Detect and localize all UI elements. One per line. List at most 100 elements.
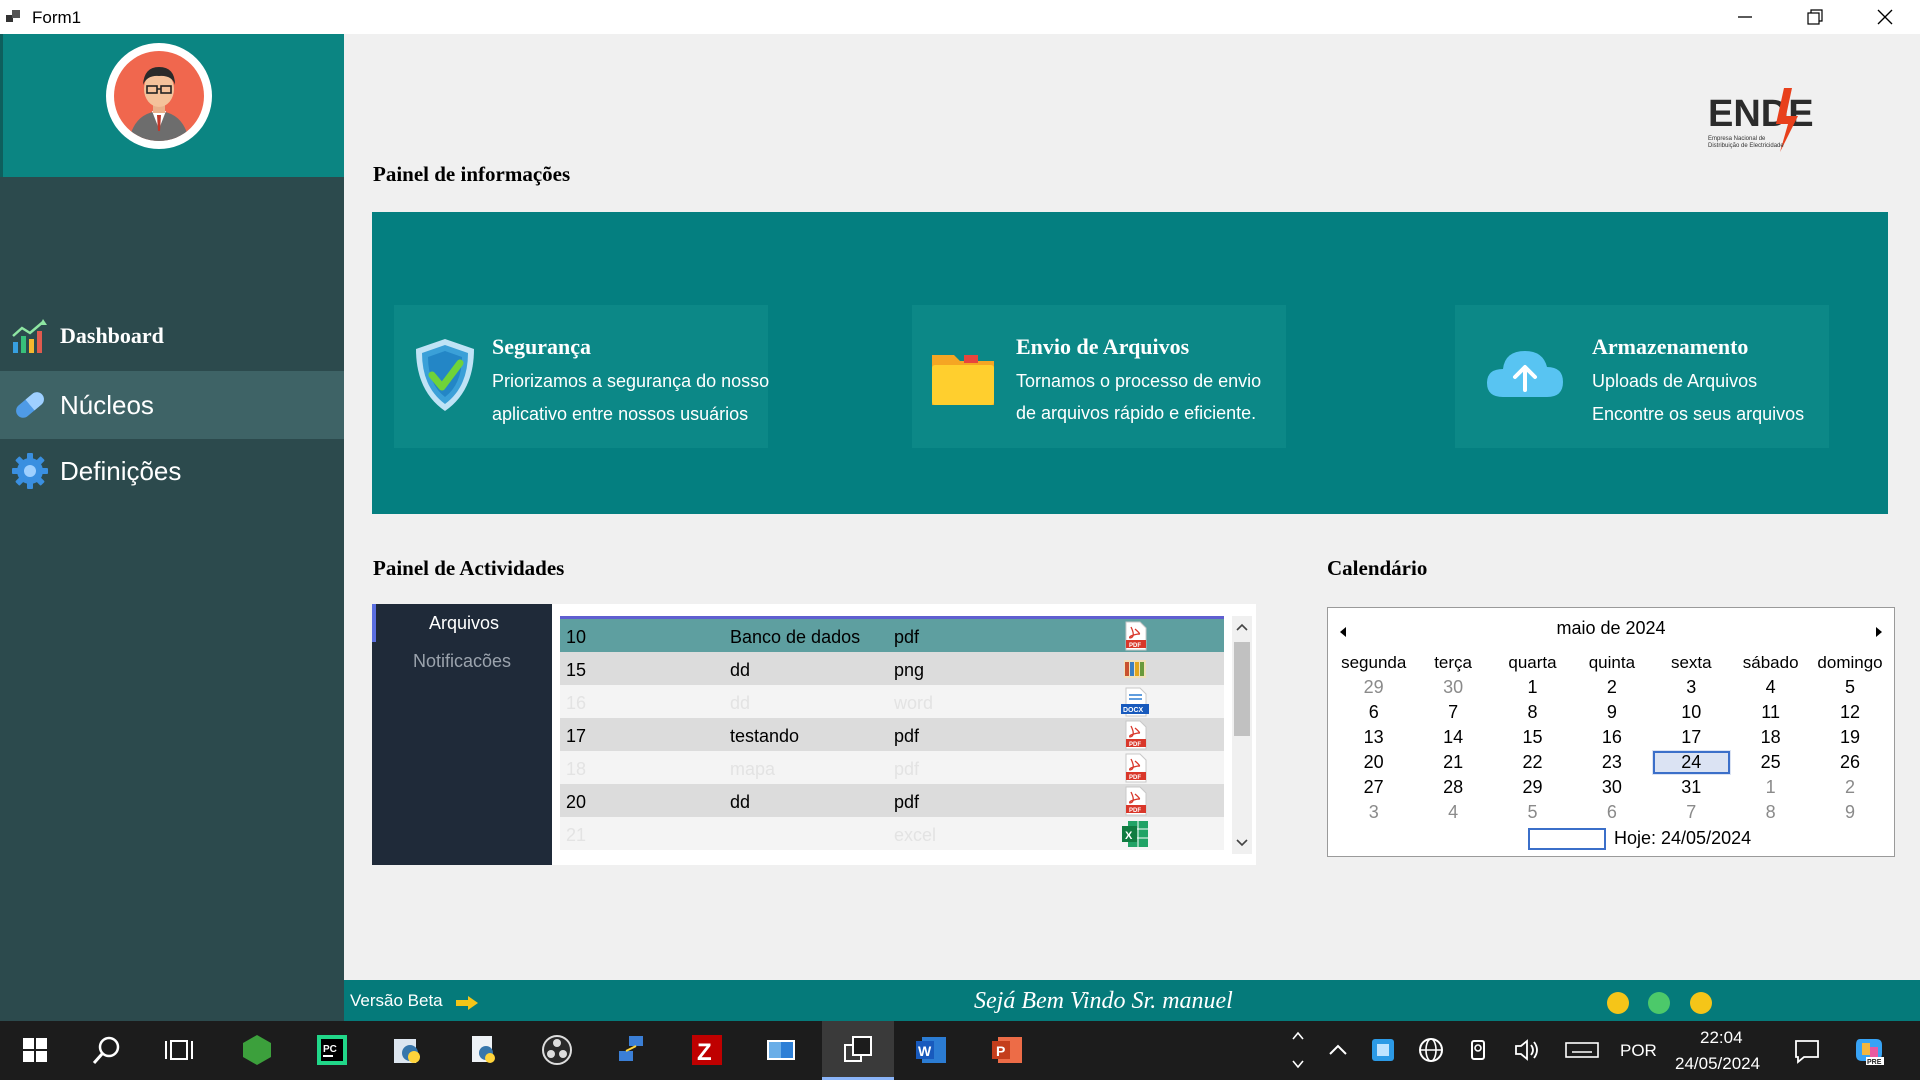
camera-icon[interactable] — [1462, 1033, 1496, 1067]
calendar-day[interactable]: 11 — [1731, 700, 1810, 725]
calendar-day[interactable]: 27 — [1334, 775, 1413, 800]
calendar-day[interactable]: 23 — [1572, 750, 1651, 775]
calendar-day[interactable]: 1 — [1731, 775, 1810, 800]
table-row[interactable]: 16 dd word DOCX — [560, 685, 1224, 718]
clock-date[interactable]: 24/05/2024 — [1675, 1054, 1760, 1074]
calendar-day[interactable]: 30 — [1413, 675, 1492, 700]
grid-scrollbar[interactable] — [1232, 616, 1252, 854]
calendar-day[interactable]: 4 — [1731, 675, 1810, 700]
volume-icon[interactable] — [1510, 1033, 1544, 1067]
calendar-day[interactable]: 24 — [1651, 750, 1731, 775]
close-button[interactable] — [1850, 0, 1920, 34]
row-type-cell: pdf — [894, 627, 920, 647]
tab-arquivos[interactable]: Arquivos — [372, 604, 552, 642]
calendar-day[interactable]: 6 — [1572, 800, 1651, 825]
clock-time[interactable]: 22:04 — [1700, 1028, 1743, 1048]
calendar-day[interactable]: 10 — [1652, 700, 1731, 725]
calendar-day[interactable]: 29 — [1493, 775, 1572, 800]
table-row[interactable]: 15 dd png — [560, 652, 1224, 685]
copilot-icon[interactable]: PRE — [1852, 1033, 1886, 1067]
calendar-day[interactable]: 5 — [1493, 800, 1572, 825]
calendar-day[interactable]: 20 — [1334, 750, 1413, 775]
network-app-icon[interactable] — [615, 1033, 649, 1067]
calendar-day[interactable]: 29 — [1334, 675, 1413, 700]
month-calendar[interactable]: maio de 2024 segunda terça quarta quinta sex… — [1327, 607, 1895, 857]
calendar-day[interactable]: 18 — [1731, 725, 1810, 750]
python-idle-icon[interactable] — [390, 1033, 424, 1067]
calendar-day[interactable]: 28 — [1413, 775, 1492, 800]
scroll-down-button[interactable] — [1232, 832, 1252, 854]
calendar-day[interactable]: 7 — [1413, 700, 1492, 725]
calendar-day[interactable]: 12 — [1810, 700, 1889, 725]
svg-text:ENDE: ENDE — [1708, 93, 1814, 135]
language-indicator[interactable]: POR — [1620, 1041, 1657, 1061]
calendar-next-button[interactable] — [1868, 622, 1888, 642]
powerpoint-icon[interactable]: P — [990, 1033, 1024, 1067]
task-view-icon[interactable] — [162, 1033, 196, 1067]
scroll-up-button[interactable] — [1232, 616, 1252, 638]
table-row[interactable]: 21 excel X — [560, 817, 1224, 850]
calendar-day[interactable]: 4 — [1413, 800, 1492, 825]
svg-text:Z: Z — [697, 1039, 712, 1066]
calendar-day[interactable]: 2 — [1572, 675, 1651, 700]
calendar-day[interactable]: 22 — [1493, 750, 1572, 775]
calendar-day[interactable]: 30 — [1572, 775, 1651, 800]
table-row[interactable]: 17 testando pdf PDF — [560, 718, 1224, 751]
row-type-cell: pdf — [894, 792, 920, 812]
table-row[interactable]: 20 dd pdf PDF — [560, 784, 1224, 817]
windows-start-icon[interactable] — [18, 1033, 52, 1067]
avatar[interactable] — [106, 43, 212, 149]
sidebar-item-dashboard[interactable]: Dashboard — [0, 302, 344, 370]
calendar-day[interactable]: 7 — [1652, 800, 1731, 825]
calendar-day[interactable]: 13 — [1334, 725, 1413, 750]
table-row[interactable]: 18 mapa pdf PDF — [560, 751, 1224, 784]
profile-header — [0, 34, 344, 177]
minimize-button[interactable] — [1710, 0, 1780, 34]
python-file-icon[interactable] — [466, 1033, 500, 1067]
obs-icon[interactable] — [540, 1033, 574, 1067]
pycharm-icon[interactable]: PC — [315, 1033, 349, 1067]
calendar-day[interactable]: 21 — [1413, 750, 1492, 775]
calendar-day[interactable]: 15 — [1493, 725, 1572, 750]
taskbar-scroll-icon[interactable] — [1290, 1025, 1306, 1075]
globe-icon[interactable] — [1414, 1033, 1448, 1067]
calendar-day[interactable]: 6 — [1334, 700, 1413, 725]
calendar-day[interactable]: 9 — [1810, 800, 1889, 825]
scroll-thumb[interactable] — [1234, 642, 1250, 736]
restore-button[interactable] — [1780, 0, 1850, 34]
filezilla-icon[interactable]: Z — [690, 1033, 724, 1067]
calendar-day[interactable]: 3 — [1334, 800, 1413, 825]
chevron-up-icon[interactable] — [1318, 1033, 1358, 1067]
calendar-day[interactable]: 31 — [1652, 775, 1731, 800]
taskbar-active-app[interactable] — [822, 1021, 894, 1080]
calendar-day[interactable]: 17 — [1652, 725, 1731, 750]
calendar-day[interactable]: 8 — [1493, 700, 1572, 725]
calendar-day[interactable]: 1 — [1493, 675, 1572, 700]
calendar-day[interactable]: 14 — [1413, 725, 1492, 750]
calendar-day[interactable]: 9 — [1572, 700, 1651, 725]
tab-notificacoes[interactable]: Notificacões — [372, 642, 552, 680]
calendar-day[interactable]: 2 — [1810, 775, 1889, 800]
table-row[interactable]: 10 Banco de dados pdf PDF — [560, 619, 1224, 652]
calendar-day[interactable]: 16 — [1572, 725, 1651, 750]
notification-icon[interactable] — [1790, 1033, 1824, 1067]
pdf-icon: PDF — [1120, 786, 1150, 816]
card-file-upload: Envio de Arquivos Tornamos o processo de… — [912, 305, 1286, 448]
remote-desktop-icon[interactable] — [764, 1033, 798, 1067]
nodejs-icon[interactable] — [240, 1033, 274, 1067]
keyboard-icon[interactable] — [1562, 1033, 1602, 1067]
calendar-day[interactable]: 5 — [1810, 675, 1889, 700]
sidebar-item-definicoes[interactable]: Definições — [0, 437, 344, 505]
sidebar-item-nucleos[interactable]: Núcleos — [0, 371, 344, 439]
calendar-day[interactable]: 3 — [1652, 675, 1731, 700]
search-icon[interactable] — [90, 1033, 124, 1067]
calendar-day[interactable]: 19 — [1810, 725, 1889, 750]
calendar-day[interactable]: 25 — [1731, 750, 1810, 775]
pdf-icon: PDF — [1120, 720, 1150, 750]
calendar-month-label[interactable]: maio de 2024 — [1328, 618, 1894, 644]
calendar-day[interactable]: 8 — [1731, 800, 1810, 825]
vpn-shield-icon[interactable] — [1366, 1033, 1400, 1067]
calendar-day[interactable]: 26 — [1810, 750, 1889, 775]
calendar-today-link[interactable]: Hoje: 24/05/2024 — [1528, 828, 1751, 851]
word-icon[interactable]: W — [914, 1033, 948, 1067]
